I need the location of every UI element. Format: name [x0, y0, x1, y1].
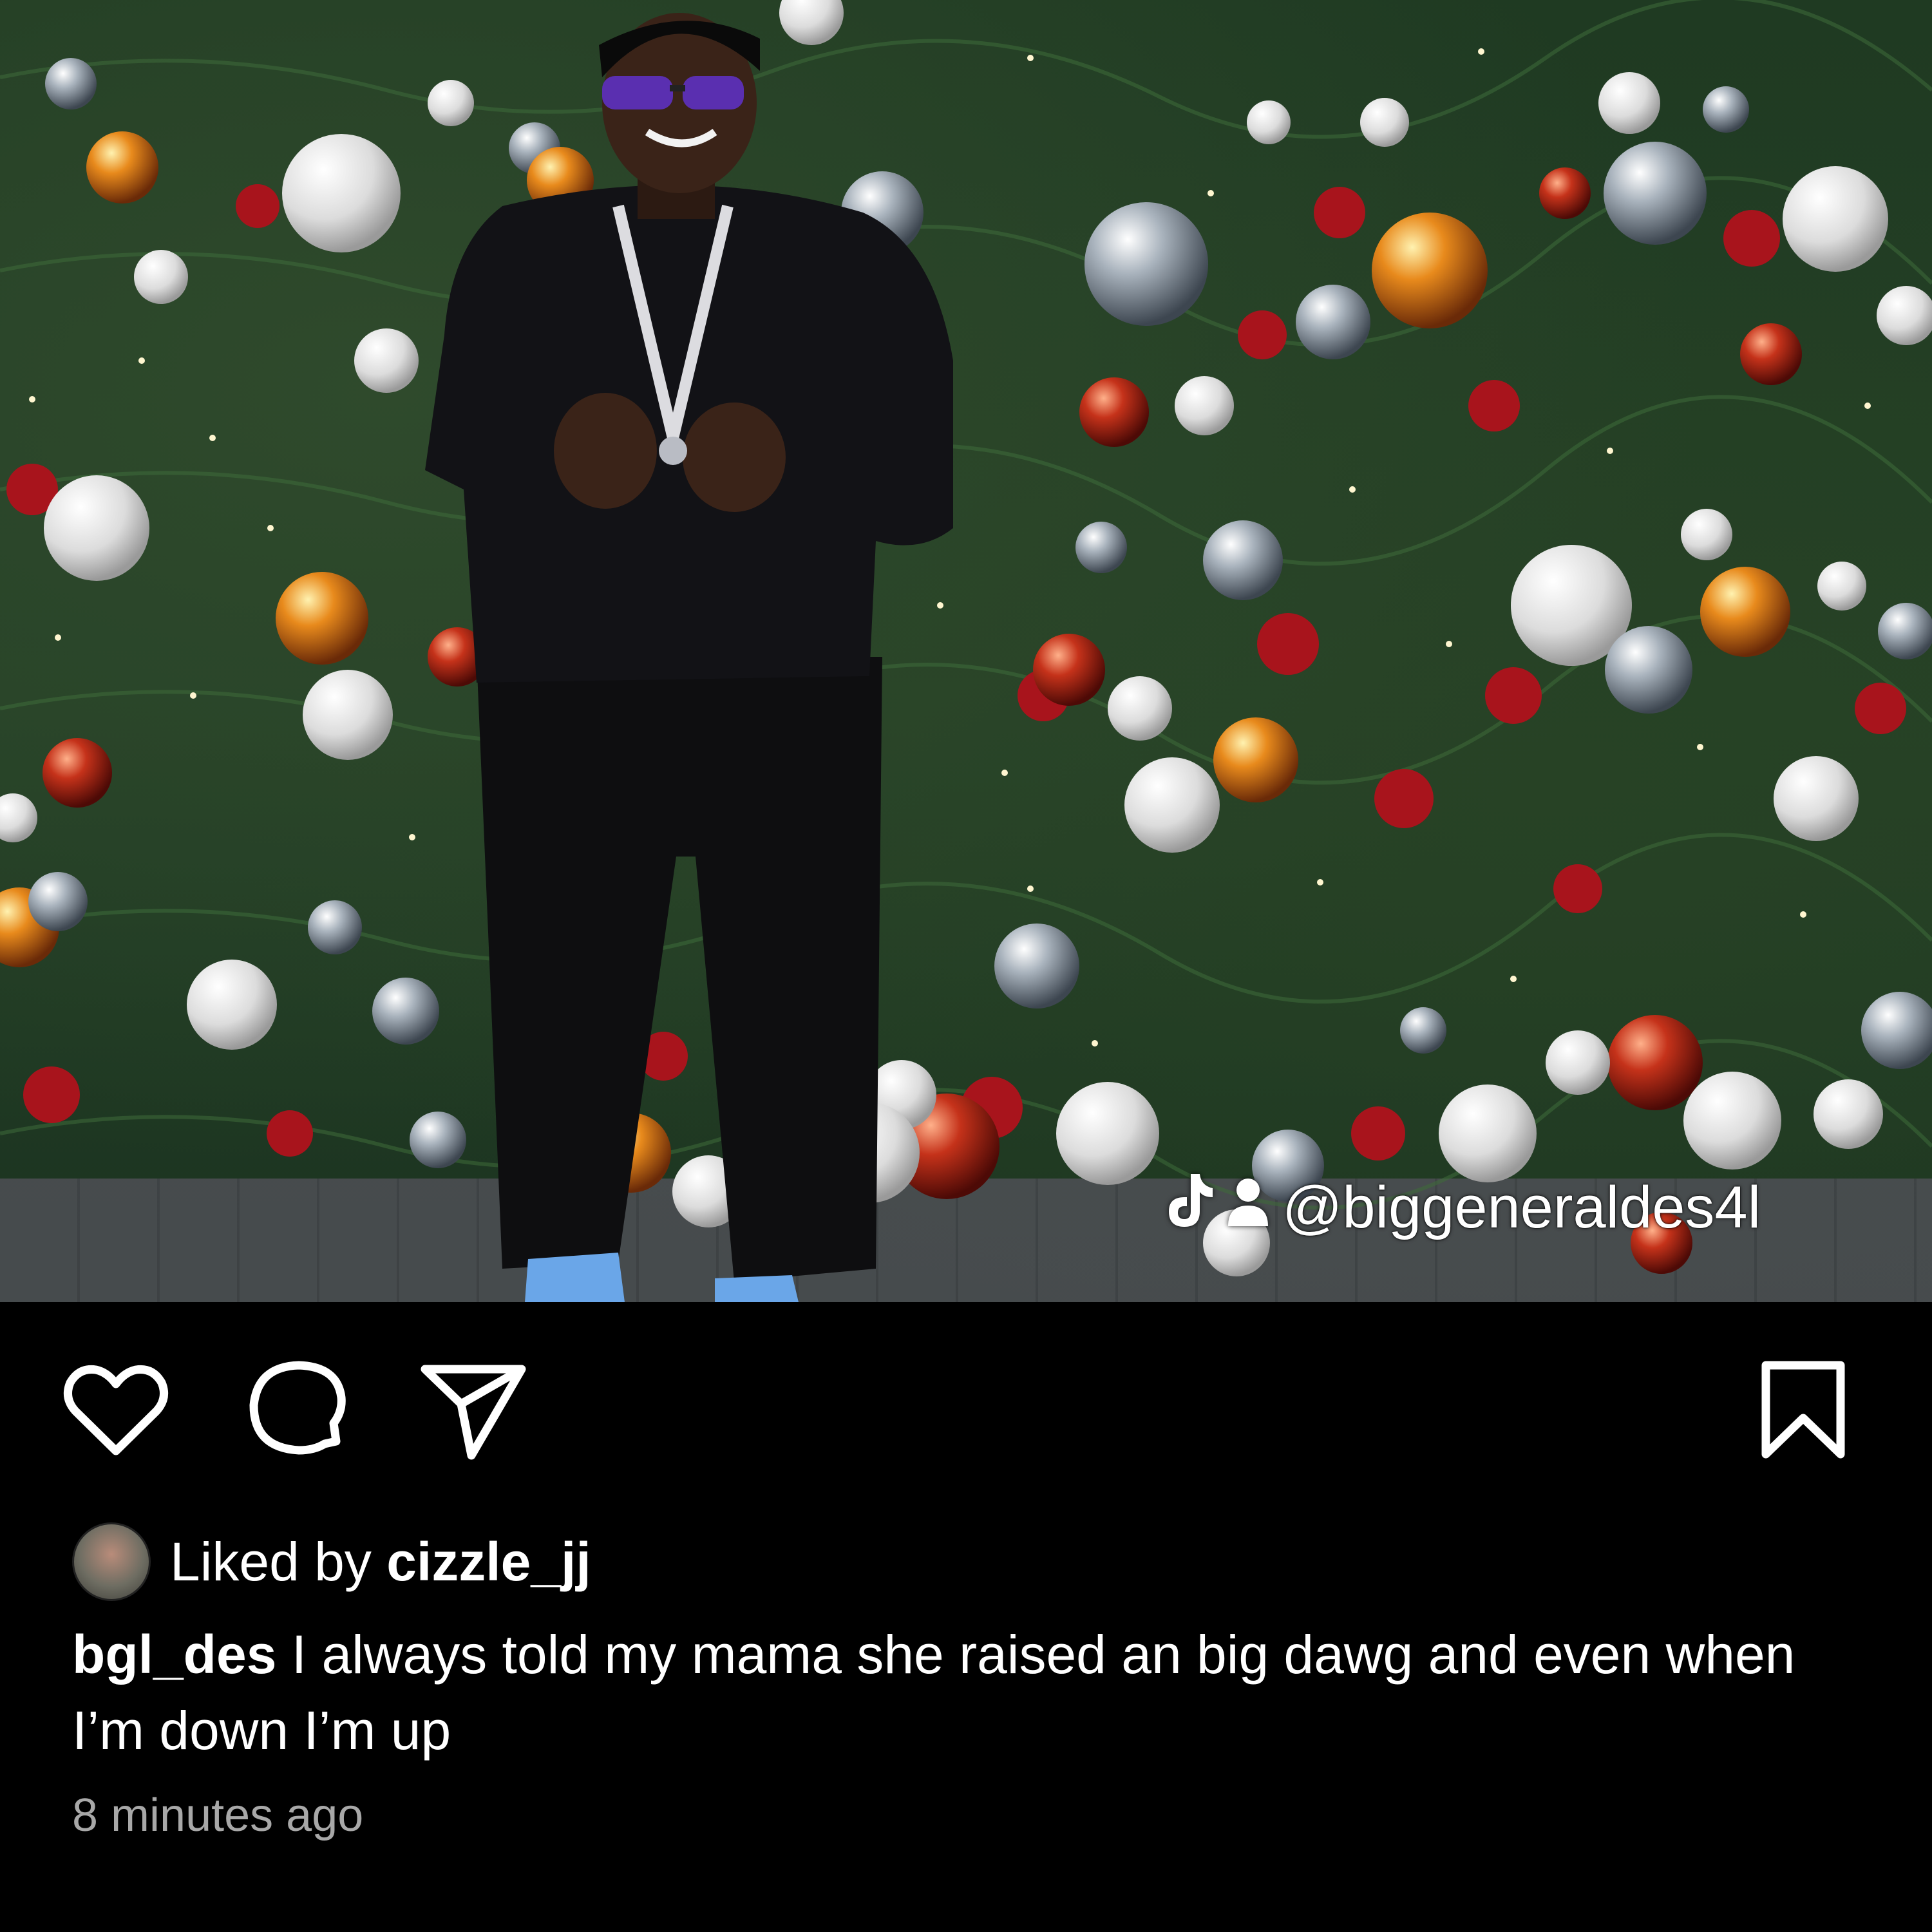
tiktok-icon — [1162, 1171, 1214, 1244]
comment-button[interactable] — [242, 1359, 351, 1462]
liked-by-user-link[interactable]: cizzle_jj — [386, 1531, 591, 1592]
caption-text: I always told my mama she raised an big … — [72, 1624, 1795, 1761]
watermark-handle: @biggeneraldes4l — [1282, 1174, 1761, 1240]
post-photo[interactable]: @biggeneraldes4l — [0, 0, 1932, 1302]
liked-by-prefix: Liked by — [170, 1531, 372, 1592]
tiktok-watermark: @biggeneraldes4l — [1162, 1172, 1761, 1243]
post-timestamp: 8 minutes ago — [72, 1790, 364, 1841]
caption: bgl_des I always told my mama she raised… — [72, 1616, 1862, 1768]
avatar[interactable] — [72, 1522, 151, 1601]
bookmark-icon — [1761, 1361, 1845, 1459]
person-icon — [1226, 1174, 1271, 1242]
post-action-bar — [0, 1359, 1932, 1462]
comment-icon — [249, 1361, 346, 1455]
caption-username-link[interactable]: bgl_des — [72, 1624, 276, 1685]
like-button[interactable] — [61, 1359, 171, 1462]
liked-by-text: Liked by cizzle_jj — [170, 1531, 591, 1593]
person-figure — [425, 13, 953, 1302]
heart-icon — [63, 1365, 169, 1455]
send-icon — [421, 1365, 526, 1460]
save-button[interactable] — [1748, 1359, 1858, 1462]
likes-row[interactable]: Liked by cizzle_jj — [72, 1520, 591, 1604]
share-button[interactable] — [419, 1359, 528, 1462]
